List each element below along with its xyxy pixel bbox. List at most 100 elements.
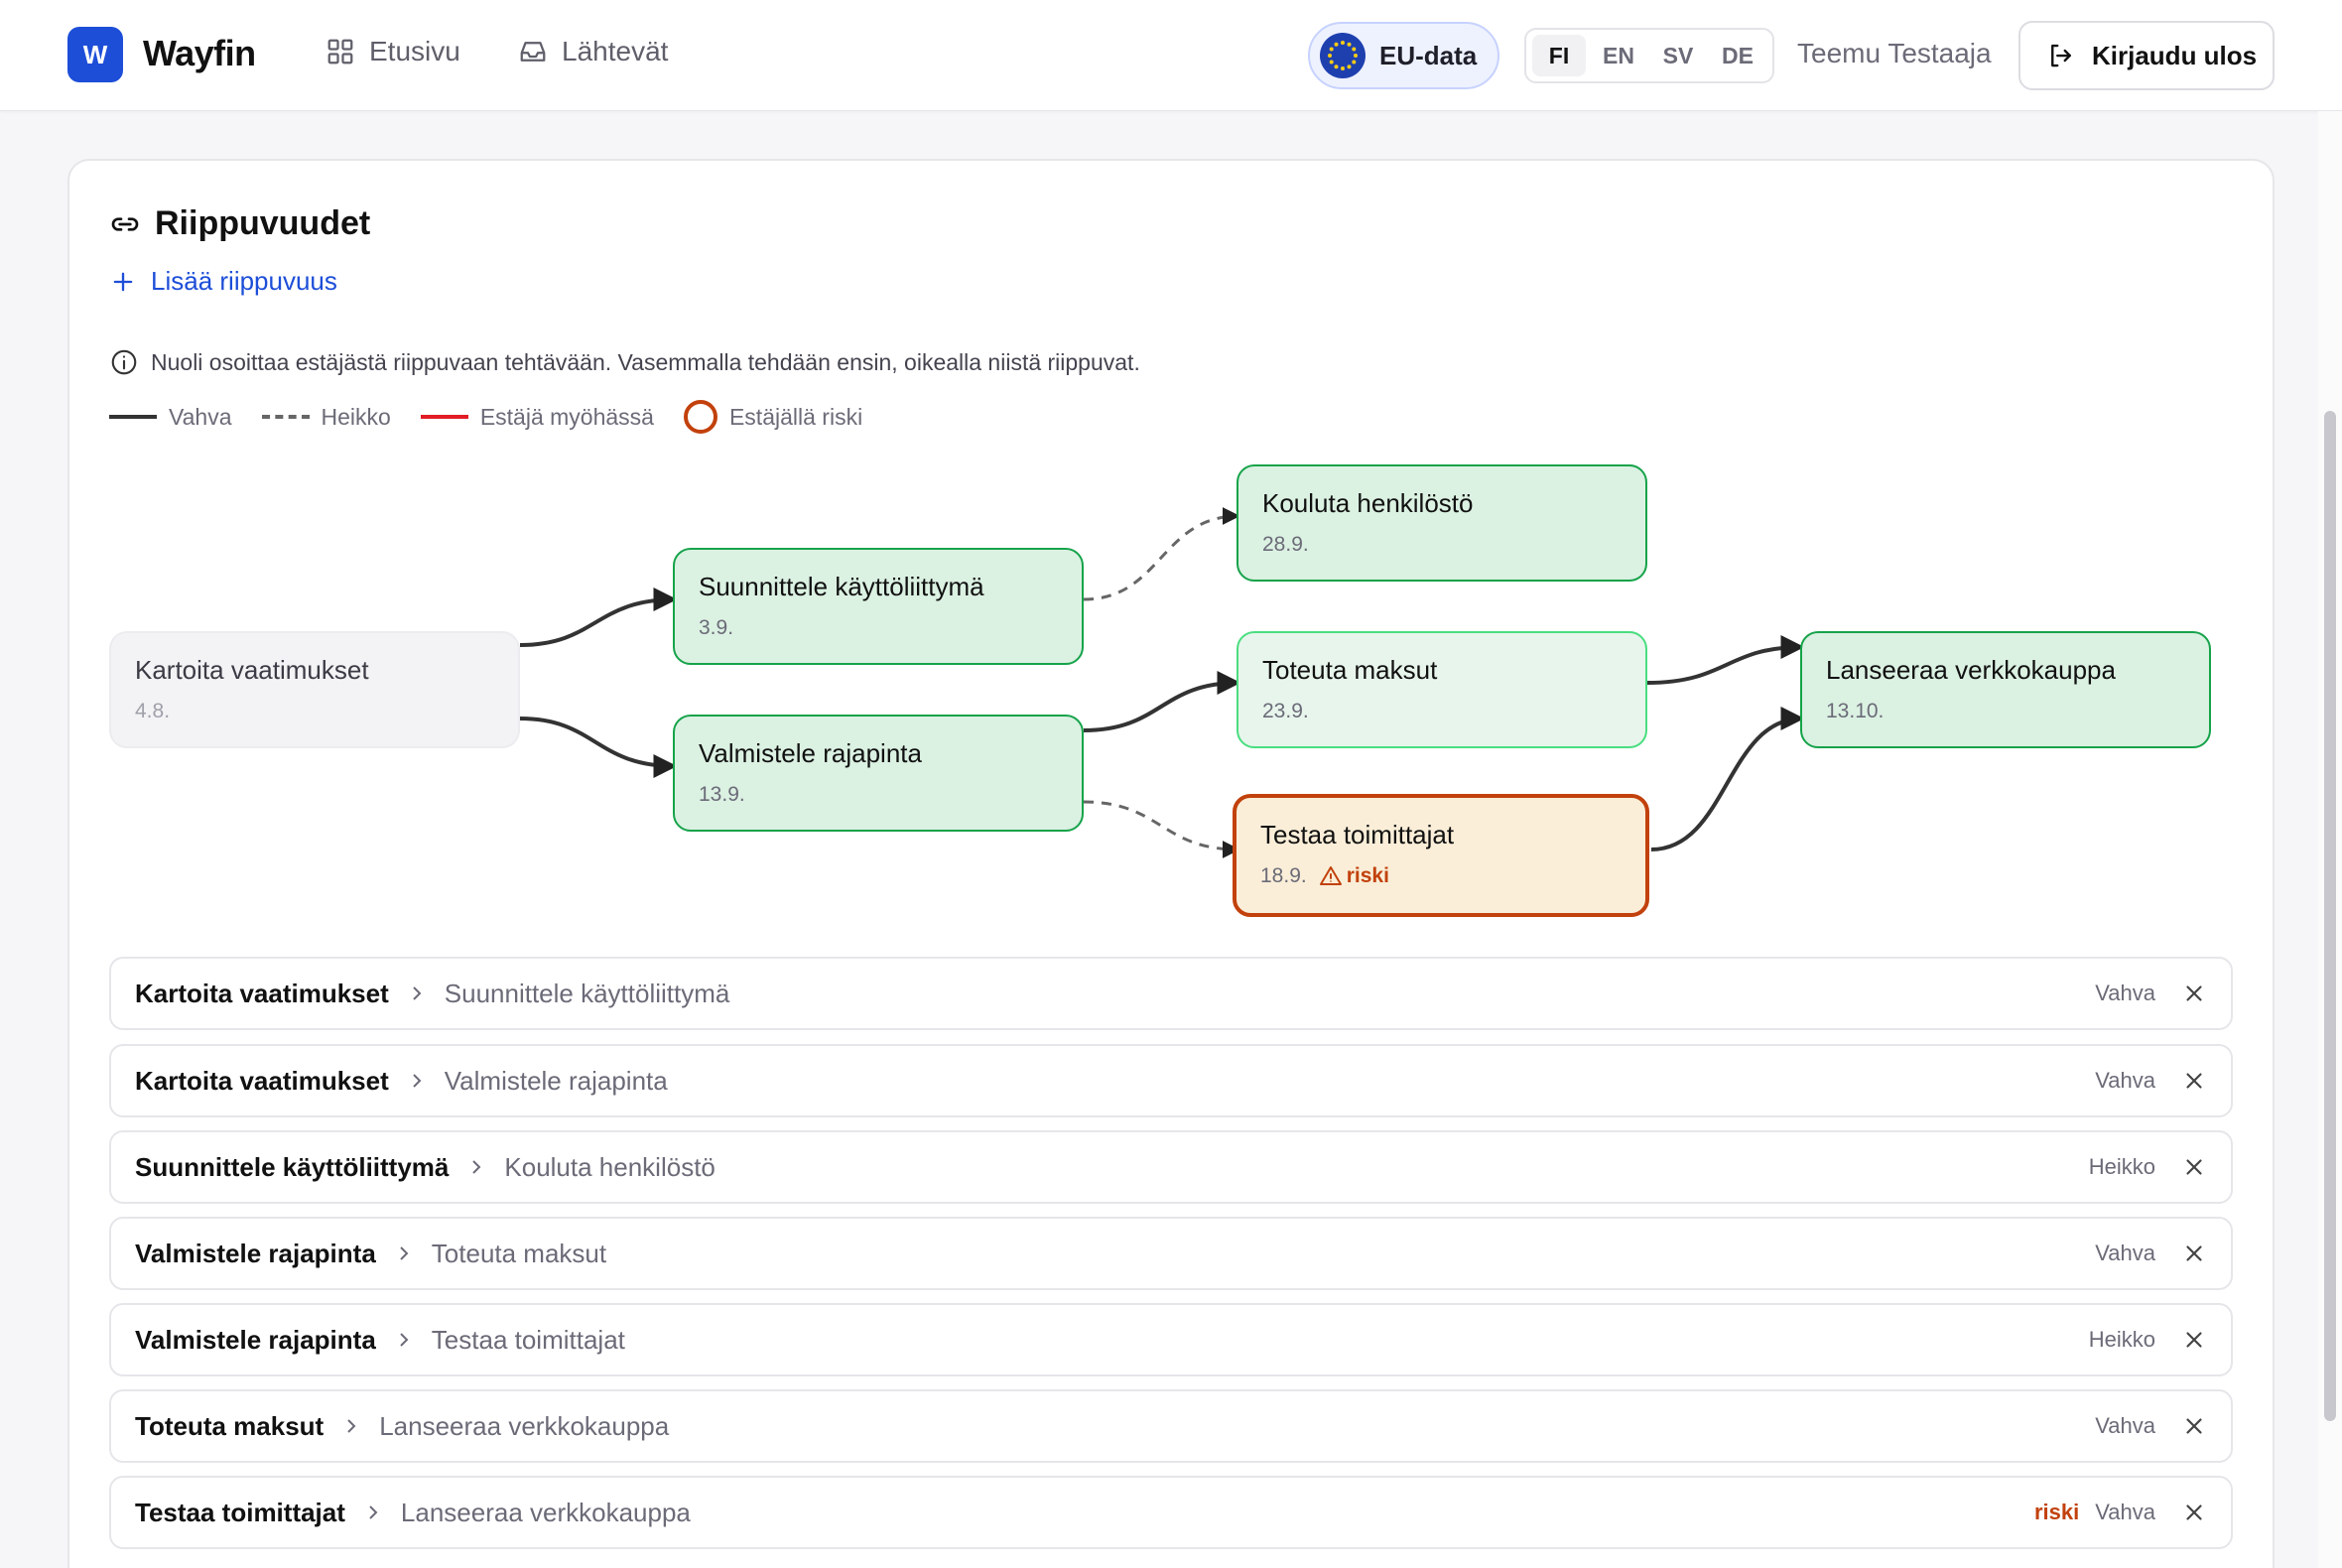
legend-risk-label: Estäjällä riski [728,403,863,430]
node-title: Kouluta henkilöstö [1262,488,1474,518]
node-title: Testaa toimittajat [1260,820,1455,849]
node-date: 3.9. [699,616,734,639]
node-title: Suunnittele käyttöliittymä [699,572,984,601]
node-date: 13.10. [1826,700,1885,722]
dependency-type: Vahva [2095,1413,2155,1438]
node-date: 23.9. [1262,700,1309,722]
risk-label: riski [1346,864,1389,887]
node-date: 28.9. [1262,533,1309,556]
dependency-from: Valmistele rajapinta [135,1238,376,1268]
dependency-type: Vahva [2095,1241,2155,1265]
legend-risk-ring [683,400,717,434]
close-icon[interactable] [2181,1413,2207,1439]
node-kouluta-henkilosto[interactable]: Kouluta henkilöstö 28.9. [1236,464,1647,582]
node-lanseeraa-verkkokauppa[interactable]: Lanseeraa verkkokauppa 13.10. [1800,631,2211,748]
legend-dashed-line [261,415,310,419]
close-icon[interactable] [2181,1327,2207,1353]
dependency-from: Valmistele rajapinta [135,1324,376,1355]
dependency-to: Testaa toimittajat [431,1324,625,1355]
node-title: Valmistele rajapinta [699,738,922,768]
chevron-right-icon [347,1419,356,1433]
logout-button[interactable]: Kirjaudu ulos [2018,21,2275,90]
node-toteuta-maksut[interactable]: Toteuta maksut 23.9. [1236,631,1647,748]
dependency-row[interactable]: Suunnittele käyttöliittymä Kouluta henki… [109,1130,2233,1204]
dependency-row[interactable]: Kartoita vaatimukset Valmistele rajapint… [109,1044,2233,1117]
nav-outgoing-label: Lähtevät [562,36,669,66]
plus-icon [113,272,133,291]
dependency-to: Lanseeraa verkkokauppa [400,1497,691,1527]
close-icon[interactable] [2181,1068,2207,1094]
top-bar: W Wayfin Etusivu Lähtevät EU-data FI EN … [0,0,2342,111]
dependency-row[interactable]: Toteuta maksut Lanseeraa verkkokauppa Va… [109,1389,2233,1463]
nav-outgoing[interactable]: Lähtevät [518,36,668,67]
warning-icon [1319,866,1342,885]
dependency-row[interactable]: Valmistele rajapinta Toteuta maksut Vahv… [109,1217,2233,1290]
legend-red-line [420,415,468,419]
lang-fi[interactable]: FI [1532,35,1586,76]
scrollbar-thumb[interactable] [2324,411,2336,1421]
legend-strong: Vahva [109,404,232,431]
legend-risk: Estäjällä riski [683,400,863,434]
dependency-from: Toteuta maksut [135,1410,325,1441]
dependency-from: Kartoita vaatimukset [135,978,389,1008]
close-icon[interactable] [2181,1241,2207,1266]
inbox-icon [520,42,546,62]
dependency-to: Valmistele rajapinta [444,1065,668,1096]
eu-flag-icon [1320,33,1366,78]
dependency-row[interactable]: Testaa toimittajat Lanseeraa verkkokaupp… [109,1476,2233,1549]
nav-home[interactable]: Etusivu [325,36,460,67]
close-icon[interactable] [2181,1154,2207,1180]
node-title: Kartoita vaatimukset [135,655,369,685]
graph-legend: Vahva Heikko Estäjä myöhässä Estäjällä r… [109,400,892,434]
node-valmistele-rajapinta[interactable]: Valmistele rajapinta 13.9. [673,715,1084,832]
risk-badge: riski [1319,864,1389,888]
grid-icon [327,39,353,65]
close-icon[interactable] [2181,1500,2207,1525]
dependency-row[interactable]: Valmistele rajapinta Testaa toimittajat … [109,1303,2233,1376]
nav-home-label: Etusivu [369,36,460,66]
logout-label: Kirjaudu ulos [2092,40,2258,70]
lang-en[interactable]: EN [1592,35,1645,76]
dependency-row[interactable]: Kartoita vaatimukset Suunnittele käyttöl… [109,957,2233,1030]
dependency-to: Lanseeraa verkkokauppa [379,1410,670,1441]
dependency-risk: riski [2033,1500,2080,1524]
node-date: 4.8. [135,700,171,722]
dependency-type: Heikko [2088,1154,2155,1179]
brand-name[interactable]: Wayfin [143,33,256,74]
node-testaa-toimittajat[interactable]: Testaa toimittajat 18.9. riski [1233,794,1649,917]
user-name[interactable]: Teemu Testaaja [1797,38,1992,69]
legend-late-label: Estäjä myöhässä [479,403,654,430]
chevron-right-icon [472,1160,481,1174]
language-switcher: FI EN SV DE [1524,28,1774,83]
legend-solid-line [109,415,157,419]
add-dependency-label: Lisää riippuvuus [151,266,337,296]
legend-weak: Heikko [261,403,391,431]
info-note: Nuoli osoittaa estäjästä riippuvaan teht… [109,347,1140,377]
legend-strong-label: Vahva [169,403,232,430]
section-header: Riippuvuudet [109,204,370,243]
dependency-to: Toteuta maksut [431,1238,607,1268]
legend-weak-label: Heikko [321,403,391,430]
dependency-type: Heikko [2088,1327,2155,1352]
logout-icon [2051,44,2071,67]
node-date: 18.9. [1260,864,1307,887]
chevron-right-icon [400,1246,409,1260]
dependency-type: Vahva [2095,1068,2155,1093]
lang-de[interactable]: DE [1711,35,1764,76]
logo-badge[interactable]: W [67,27,123,82]
eu-data-badge[interactable]: EU-data [1308,22,1499,89]
close-icon[interactable] [2181,980,2207,1006]
lang-sv[interactable]: SV [1651,35,1705,76]
dependency-type: Vahva [2095,980,2155,1005]
chevron-right-icon [413,986,422,1000]
add-dependency-button[interactable]: Lisää riippuvuus [109,266,337,297]
link-icon [111,216,139,231]
legend-late: Estäjä myöhässä [420,403,654,431]
node-title: Toteuta maksut [1262,655,1438,685]
dependency-type: Vahva [2095,1500,2155,1524]
page-title: Riippuvuudet [155,204,371,242]
node-suunnittele-kayttoliittyma[interactable]: Suunnittele käyttöliittymä 3.9. [673,548,1084,665]
node-title: Lanseeraa verkkokauppa [1826,655,2116,685]
node-kartoita-vaatimukset[interactable]: Kartoita vaatimukset 4.8. [109,631,520,748]
info-text: Nuoli osoittaa estäjästä riippuvaan teht… [151,348,1140,375]
